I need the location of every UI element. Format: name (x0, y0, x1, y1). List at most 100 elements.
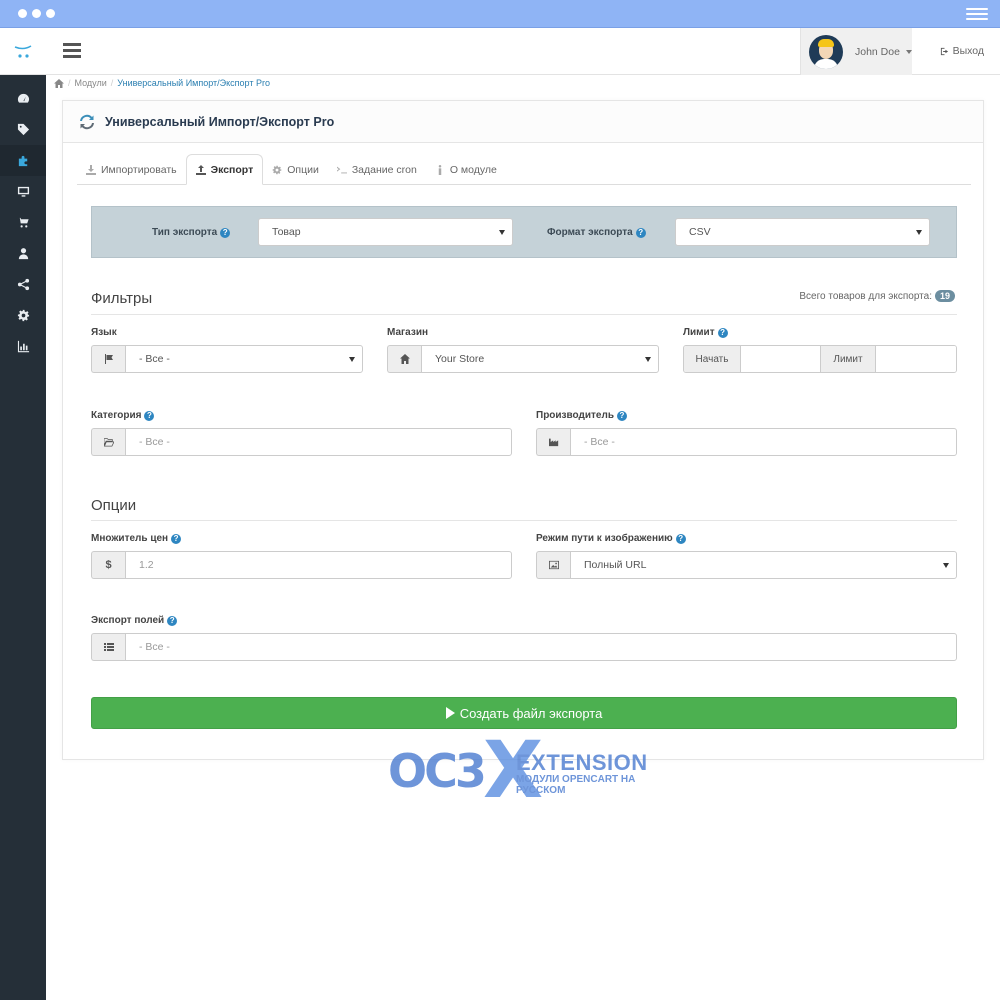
watermark-tagline: МОДУЛИ OPENCART НА РУССКОМ (516, 774, 636, 796)
tags-icon (17, 123, 29, 136)
store-label: Магазин (387, 327, 429, 338)
export-type-label: Тип экспорта? (152, 227, 231, 238)
breadcrumb-current[interactable]: Универсальный Импорт/Экспорт Pro (117, 78, 270, 88)
export-format-label: Формат экспорта? (547, 227, 646, 238)
cart-logo-icon (14, 44, 32, 58)
export-format-select[interactable]: CSV (675, 218, 930, 246)
price-multiplier-input[interactable]: $ 1.2 (91, 551, 512, 579)
tab-import[interactable]: Импортировать (77, 154, 186, 185)
sidebar-item-design[interactable] (0, 176, 46, 207)
sidebar-item-extensions[interactable] (0, 145, 46, 176)
dollar-icon: $ (91, 551, 125, 579)
limit-count-label: Лимит (821, 346, 876, 372)
tab-label: Экспорт (210, 163, 254, 176)
help-icon[interactable]: ? (635, 227, 646, 238)
category-input[interactable]: - Все - (91, 428, 512, 456)
sidebar-item-customers[interactable] (0, 238, 46, 269)
logout-link[interactable]: Выход (940, 45, 984, 57)
main-panel: Универсальный Импорт/Экспорт Pro Импорти… (62, 100, 984, 760)
help-icon[interactable]: ? (220, 227, 231, 238)
tab-label: Импортировать (101, 163, 177, 176)
tab-options[interactable]: Опции (263, 154, 328, 185)
limit-group: Начать Лимит (683, 345, 957, 373)
tab-label: О модуле (449, 163, 497, 176)
top-header: John Doe Выход (0, 28, 1000, 75)
avatar (809, 34, 843, 69)
limit-start-input[interactable] (741, 346, 821, 372)
opencart-logo[interactable] (0, 28, 46, 75)
export-total: Всего товаров для экспорта: 19 (799, 290, 955, 302)
puzzle-icon (18, 155, 27, 167)
window-dots (18, 9, 55, 18)
sidebar (0, 75, 46, 1000)
caret-down-icon (905, 49, 912, 54)
gear-icon (272, 165, 282, 174)
sidebar-item-dashboard[interactable] (0, 83, 46, 114)
bar-chart-icon (17, 340, 29, 353)
sidebar-item-catalog[interactable] (0, 114, 46, 145)
help-icon[interactable]: ? (144, 410, 155, 421)
manufacturer-input[interactable]: - Все - (536, 428, 957, 456)
browser-menu-icon[interactable] (966, 8, 988, 23)
export-fields-input[interactable]: - Все - (91, 633, 957, 661)
breadcrumb-modules[interactable]: Модули (75, 78, 107, 88)
select-arrow-icon (645, 357, 651, 362)
help-icon[interactable]: ? (675, 533, 686, 544)
page-title: Универсальный Импорт/Экспорт Pro (105, 114, 335, 129)
help-icon[interactable]: ? (171, 533, 182, 544)
sidebar-item-sales[interactable] (0, 207, 46, 238)
create-export-button[interactable]: Создать файл экспорта (91, 697, 957, 729)
tab-export[interactable]: Экспорт (185, 154, 264, 185)
store-select[interactable]: Your Store (387, 345, 659, 373)
help-icon[interactable]: ? (717, 327, 728, 338)
help-icon[interactable]: ? (616, 410, 627, 421)
menu-toggle-icon[interactable] (63, 43, 81, 61)
watermark-extension: EXTENSION (516, 750, 648, 775)
user-icon (18, 248, 28, 260)
download-icon (86, 164, 96, 175)
upload-icon (195, 164, 206, 175)
image-icon (548, 560, 559, 570)
home-icon[interactable] (54, 78, 64, 88)
count-badge: 19 (934, 290, 955, 302)
select-arrow-icon (499, 230, 505, 235)
list-icon (103, 643, 114, 651)
language-label: Язык (91, 327, 117, 338)
user-name: John Doe (855, 45, 900, 58)
select-arrow-icon (916, 230, 922, 235)
filters-title: Фильтры (91, 290, 153, 307)
folder-open-icon (103, 438, 114, 447)
category-label: Категория? (91, 410, 155, 421)
options-title: Опции (91, 497, 137, 514)
gear-icon (17, 309, 29, 322)
limit-count-input[interactable] (876, 346, 956, 372)
cart-icon (17, 217, 29, 228)
select-arrow-icon (349, 357, 355, 362)
panel-heading: Универсальный Импорт/Экспорт Pro (63, 101, 983, 143)
sidebar-item-system[interactable] (0, 300, 46, 331)
play-icon (445, 707, 455, 719)
help-icon[interactable]: ? (167, 615, 178, 626)
sidebar-item-reports[interactable] (0, 331, 46, 362)
tab-label: Опции (287, 163, 319, 176)
monitor-icon (17, 186, 29, 197)
home-icon (399, 354, 410, 364)
image-path-select[interactable]: Полный URL (536, 551, 957, 579)
user-dropdown[interactable]: John Doe (800, 28, 912, 75)
create-export-label: Создать файл экспорта (459, 705, 603, 721)
language-select[interactable]: - Все - (91, 345, 363, 373)
image-path-label: Режим пути к изображению? (536, 533, 686, 544)
divider (91, 520, 957, 521)
watermark-oc3: OC3 (388, 744, 487, 798)
manufacturer-label: Производитель? (536, 410, 627, 421)
export-type-select[interactable]: Товар (258, 218, 513, 246)
limit-start-label: Начать (684, 346, 741, 372)
select-arrow-icon (943, 563, 949, 568)
tab-cron[interactable]: Задание cron (328, 154, 426, 185)
logout-label: Выход (952, 45, 984, 57)
info-icon (438, 164, 442, 175)
export-fields-label: Экспорт полей? (91, 615, 178, 626)
sidebar-item-marketing[interactable] (0, 269, 46, 300)
tab-bar: Импортировать Экспорт Опции Задание cron… (77, 154, 971, 185)
tab-about[interactable]: О модуле (426, 154, 506, 185)
